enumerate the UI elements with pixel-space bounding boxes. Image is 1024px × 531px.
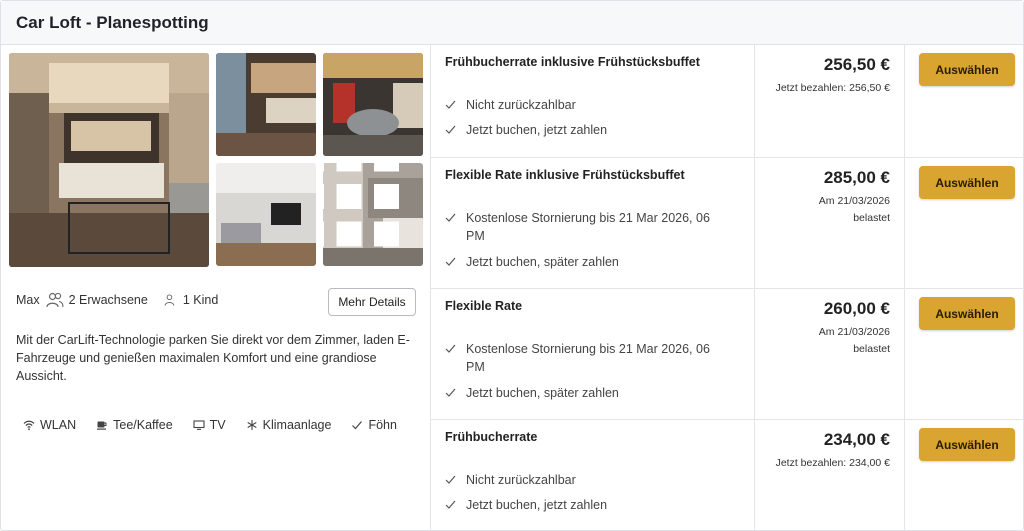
amenity-label: Föhn bbox=[368, 418, 397, 432]
check-icon bbox=[352, 421, 363, 430]
amenity-air-conditioning: Klimaanlage bbox=[246, 418, 332, 432]
rate-payment-note: Jetzt bezahlen: 234,00 € bbox=[775, 457, 890, 469]
amenity-label: Klimaanlage bbox=[262, 418, 332, 432]
check-icon bbox=[445, 213, 456, 222]
rate-feature: Kostenlose Stornierung bis 21 Mar 2026, … bbox=[445, 209, 726, 245]
occupancy-adults: 2 Erwachsene bbox=[68, 293, 148, 307]
rate-name: Frühbucherrate inklusive Frühstücksbuffe… bbox=[445, 55, 700, 69]
coffee-icon bbox=[97, 421, 107, 430]
rate-row: Flexible Rate inklusive Frühstücksbuffet… bbox=[431, 158, 1024, 289]
rate-price: 285,00 € bbox=[823, 168, 890, 187]
select-rate-button[interactable]: Auswählen bbox=[919, 428, 1015, 461]
check-icon bbox=[445, 475, 456, 484]
rate-feature: Kostenlose Stornierung bis 21 Mar 2026, … bbox=[445, 340, 726, 376]
child-icon bbox=[164, 294, 175, 306]
wifi-icon bbox=[23, 420, 35, 431]
amenity-label: WLAN bbox=[40, 418, 77, 432]
occupancy-children: 1 Kind bbox=[182, 293, 219, 307]
select-rate-button[interactable]: Auswählen bbox=[919, 297, 1015, 330]
room-photo-3[interactable] bbox=[323, 53, 423, 156]
tv-icon bbox=[193, 420, 205, 430]
amenities-list: WLAN Tee/Kaffee TV Klimaanlage Föhn bbox=[23, 418, 417, 432]
check-icon bbox=[445, 257, 456, 266]
snowflake-icon bbox=[247, 420, 257, 430]
select-rate-button[interactable]: Auswählen bbox=[919, 53, 1015, 86]
amenity-tv: TV bbox=[193, 418, 226, 432]
check-icon bbox=[445, 388, 456, 397]
rate-payment-note: Am 21/03/2026 belastet bbox=[818, 326, 890, 355]
rate-list: Frühbucherrate inklusive Frühstücksbuffe… bbox=[431, 45, 1024, 531]
room-card: Car Loft - Planespotting Max 2 Erwachsen… bbox=[0, 0, 1024, 531]
more-details-button[interactable]: Mehr Details bbox=[328, 288, 416, 316]
adults-icon bbox=[46, 292, 64, 308]
occupancy-max-label: Max bbox=[16, 293, 40, 307]
rate-payment-note: Jetzt bezahlen: 256,50 € bbox=[775, 82, 890, 94]
room-card-header: Car Loft - Planespotting bbox=[1, 1, 1023, 45]
check-icon bbox=[445, 500, 456, 509]
room-photo-4[interactable] bbox=[216, 163, 316, 266]
room-photo-2[interactable] bbox=[216, 53, 316, 156]
room-photo-main[interactable] bbox=[9, 53, 209, 267]
rate-feature: Jetzt buchen, später zahlen bbox=[445, 384, 726, 402]
select-rate-button[interactable]: Auswählen bbox=[919, 166, 1015, 199]
amenity-hairdryer: Föhn bbox=[351, 418, 397, 432]
rate-row: Frühbucherrate Nicht zurückzahlbar Jetzt… bbox=[431, 420, 1024, 531]
room-photo-5[interactable] bbox=[323, 163, 423, 266]
rate-feature: Jetzt buchen, jetzt zahlen bbox=[445, 496, 726, 514]
rate-name: Frühbucherrate bbox=[445, 430, 538, 444]
rate-price: 260,00 € bbox=[823, 299, 890, 318]
rate-name: Flexible Rate bbox=[445, 299, 523, 313]
check-icon bbox=[445, 344, 456, 353]
rate-feature: Nicht zurückzahlbar bbox=[445, 96, 726, 114]
rate-name: Flexible Rate inklusive Frühstücksbuffet bbox=[445, 168, 685, 182]
gallery-grid-icon[interactable] bbox=[323, 163, 399, 248]
rate-feature: Nicht zurückzahlbar bbox=[445, 471, 726, 489]
rate-payment-note: Am 21/03/2026 belastet bbox=[818, 195, 890, 224]
rate-price: 256,50 € bbox=[823, 55, 890, 74]
amenity-label: Tee/Kaffee bbox=[113, 418, 173, 432]
rate-feature: Jetzt buchen, später zahlen bbox=[445, 253, 726, 271]
check-icon bbox=[445, 125, 456, 134]
amenity-label: TV bbox=[209, 418, 226, 432]
rate-row: Flexible Rate Kostenlose Stornierung bis… bbox=[431, 289, 1024, 420]
room-description: Mit der CarLift-Technologie parken Sie d… bbox=[16, 333, 410, 383]
amenity-wlan: WLAN bbox=[23, 418, 76, 432]
check-icon bbox=[445, 100, 456, 109]
amenity-tea-coffee: Tee/Kaffee bbox=[96, 418, 173, 432]
room-title: Car Loft - Planespotting bbox=[16, 13, 209, 32]
rate-feature: Jetzt buchen, jetzt zahlen bbox=[445, 121, 726, 139]
rate-row: Frühbucherrate inklusive Frühstücksbuffe… bbox=[431, 45, 1024, 158]
occupancy-info: Max 2 Erwachsene 1 Kind bbox=[16, 292, 218, 308]
rate-price: 234,00 € bbox=[823, 430, 890, 449]
